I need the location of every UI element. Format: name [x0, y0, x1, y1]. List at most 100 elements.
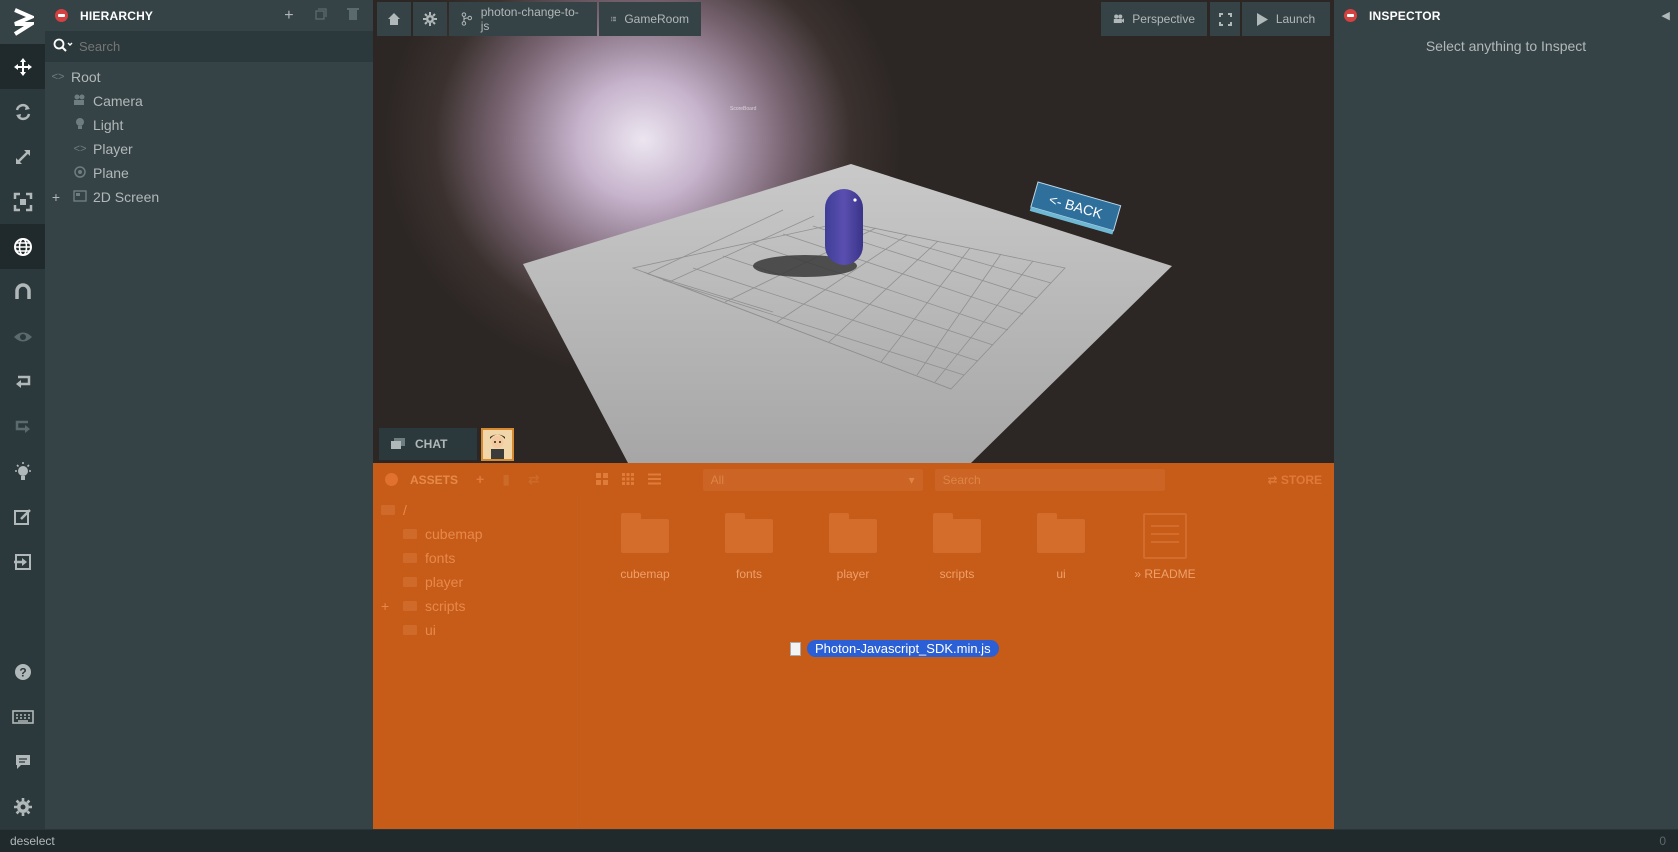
search-icon[interactable] — [53, 38, 73, 55]
chat-label: CHAT — [415, 437, 448, 451]
folder-icon — [403, 577, 417, 587]
add-asset-icon[interactable]: + — [476, 471, 484, 488]
folder-tree-label: / — [403, 502, 407, 518]
tree-item-camera[interactable]: Camera — [45, 89, 373, 113]
camera-select-button[interactable]: Perspective — [1101, 2, 1207, 36]
delete-entity-icon[interactable] — [341, 7, 365, 25]
svg-text:ScoreBoard: ScoreBoard — [730, 106, 757, 112]
collapse-panel-button[interactable] — [1344, 9, 1357, 22]
tree-item-2d-screen[interactable]: + 2D Screen — [45, 185, 373, 209]
collapse-panel-button[interactable] — [55, 9, 68, 22]
grid-small-view-icon[interactable] — [621, 472, 634, 488]
keyboard-icon[interactable] — [0, 694, 45, 739]
list-view-icon[interactable] — [647, 472, 661, 488]
view-icon[interactable] — [0, 314, 45, 359]
fullscreen-button[interactable] — [1210, 2, 1240, 36]
chat-icon[interactable] — [0, 739, 45, 784]
folder-tree-item[interactable]: player — [373, 570, 577, 594]
asset-tile-folder[interactable]: fonts — [697, 513, 801, 581]
folder-tree-item[interactable]: ui — [373, 618, 577, 642]
home-button[interactable] — [377, 2, 411, 36]
hierarchy-header: HIERARCHY + — [45, 0, 373, 31]
lightmapper-icon[interactable] — [0, 449, 45, 494]
redo-icon[interactable] — [0, 404, 45, 449]
folder-tree-label: scripts — [425, 598, 466, 614]
store-icon: ⇄ — [1267, 472, 1281, 487]
folder-tree-item[interactable]: cubemap — [373, 522, 577, 546]
folder-tree-root[interactable]: / — [373, 498, 577, 522]
grid-large-view-icon[interactable] — [595, 472, 608, 488]
expand-icon[interactable]: + — [381, 598, 403, 614]
user-avatar[interactable] — [481, 428, 514, 461]
world-icon[interactable] — [0, 224, 45, 269]
folder-tree-item[interactable]: fonts — [373, 546, 577, 570]
asset-search-input[interactable]: Search — [934, 468, 1165, 491]
store-button[interactable]: ⇄ STORE — [1267, 473, 1322, 487]
assets-title: ASSETS — [410, 472, 459, 487]
code-editor-icon[interactable] — [0, 494, 45, 539]
rotate-icon[interactable] — [0, 89, 45, 134]
branch-label: photon-change-to-js — [480, 5, 579, 33]
folder-tree-item[interactable]: + scripts — [373, 594, 577, 618]
hierarchy-search-input[interactable] — [79, 39, 329, 54]
snap-icon[interactable] — [0, 269, 45, 314]
hierarchy-tree: <> Root Camera Light <> Player Plane + 2… — [45, 62, 373, 209]
status-count: 0 — [1659, 834, 1666, 848]
asset-tile-folder[interactable]: ui — [1009, 513, 1113, 581]
status-message: deselect — [10, 834, 55, 848]
chat-icon — [391, 437, 405, 449]
asset-tile-label: scripts — [939, 567, 975, 581]
scene-viewport[interactable]: ScoreBoard <- BACK photon-change-to-js G… — [373, 0, 1334, 463]
assets-grid: cubemap fonts player scripts ui » README — [593, 513, 1217, 581]
asset-type-filter-value: All — [710, 472, 724, 487]
asset-type-filter[interactable]: All ▾ — [702, 468, 923, 491]
collapse-panel-button[interactable] — [385, 473, 398, 486]
assets-folder-tree: / cubemap fonts player + scripts ui — [373, 496, 578, 829]
camera-label: Perspective — [1132, 12, 1195, 26]
folder-icon — [1037, 513, 1085, 553]
play-icon — [1256, 12, 1268, 26]
branch-button[interactable]: photon-change-to-js — [449, 2, 597, 36]
expand-icon[interactable]: + — [49, 189, 63, 205]
tree-item-plane[interactable]: Plane — [45, 161, 373, 185]
tree-item-player[interactable]: <> Player — [45, 137, 373, 161]
asset-tile-folder[interactable]: player — [801, 513, 905, 581]
inspector-empty-message: Select anything to Inspect — [1425, 38, 1587, 54]
duplicate-entity-icon[interactable] — [309, 7, 333, 25]
folder-icon — [403, 625, 417, 635]
inspector-panel: INSPECTOR ◀ Select anything to Inspect — [1334, 0, 1678, 829]
refresh-icon[interactable]: ⇄ — [528, 471, 540, 488]
light-icon — [71, 117, 89, 133]
file-icon — [790, 641, 801, 656]
launch-button[interactable]: Launch — [1242, 2, 1330, 36]
chat-button[interactable]: CHAT — [379, 428, 477, 460]
translate-icon[interactable] — [0, 44, 45, 89]
asset-tile-text[interactable]: » README — [1113, 513, 1217, 581]
asset-tile-folder[interactable]: cubemap — [593, 513, 697, 581]
scene-label: GameRoom — [624, 12, 689, 26]
folder-icon — [933, 513, 981, 553]
add-entity-icon[interactable]: + — [277, 7, 301, 25]
playcanvas-logo[interactable] — [0, 0, 45, 44]
settings-icon[interactable] — [0, 784, 45, 829]
help-icon[interactable]: ? — [0, 649, 45, 694]
dragged-file[interactable]: Photon-Javascript_SDK.min.js — [790, 640, 999, 657]
resize-icon[interactable] — [0, 179, 45, 224]
delete-asset-icon[interactable]: ▮ — [502, 471, 510, 488]
tree-item-light[interactable]: Light — [45, 113, 373, 137]
scene-settings-button[interactable] — [413, 2, 447, 36]
editor-app: ? HIERARCHY + Search <> Root Camera Ligh… — [0, 0, 1678, 852]
svg-text:?: ? — [19, 665, 26, 679]
collapse-arrow-icon[interactable]: ◀ — [1661, 9, 1678, 22]
scale-icon[interactable] — [0, 134, 45, 179]
publish-icon[interactable] — [0, 539, 45, 584]
folder-icon — [725, 513, 773, 553]
assets-panel[interactable]: ASSETS + ▮ ⇄ All ▾ Search ⇄ STORE / cube… — [373, 463, 1334, 829]
undo-icon[interactable] — [0, 359, 45, 404]
hierarchy-search — [45, 31, 373, 62]
asset-tile-folder[interactable]: scripts — [905, 513, 1009, 581]
scene-button[interactable]: GameRoom — [599, 2, 701, 36]
tree-item-root[interactable]: <> Root — [45, 65, 373, 89]
tree-item-label: Player — [93, 141, 133, 157]
text-document-icon — [1143, 513, 1187, 559]
